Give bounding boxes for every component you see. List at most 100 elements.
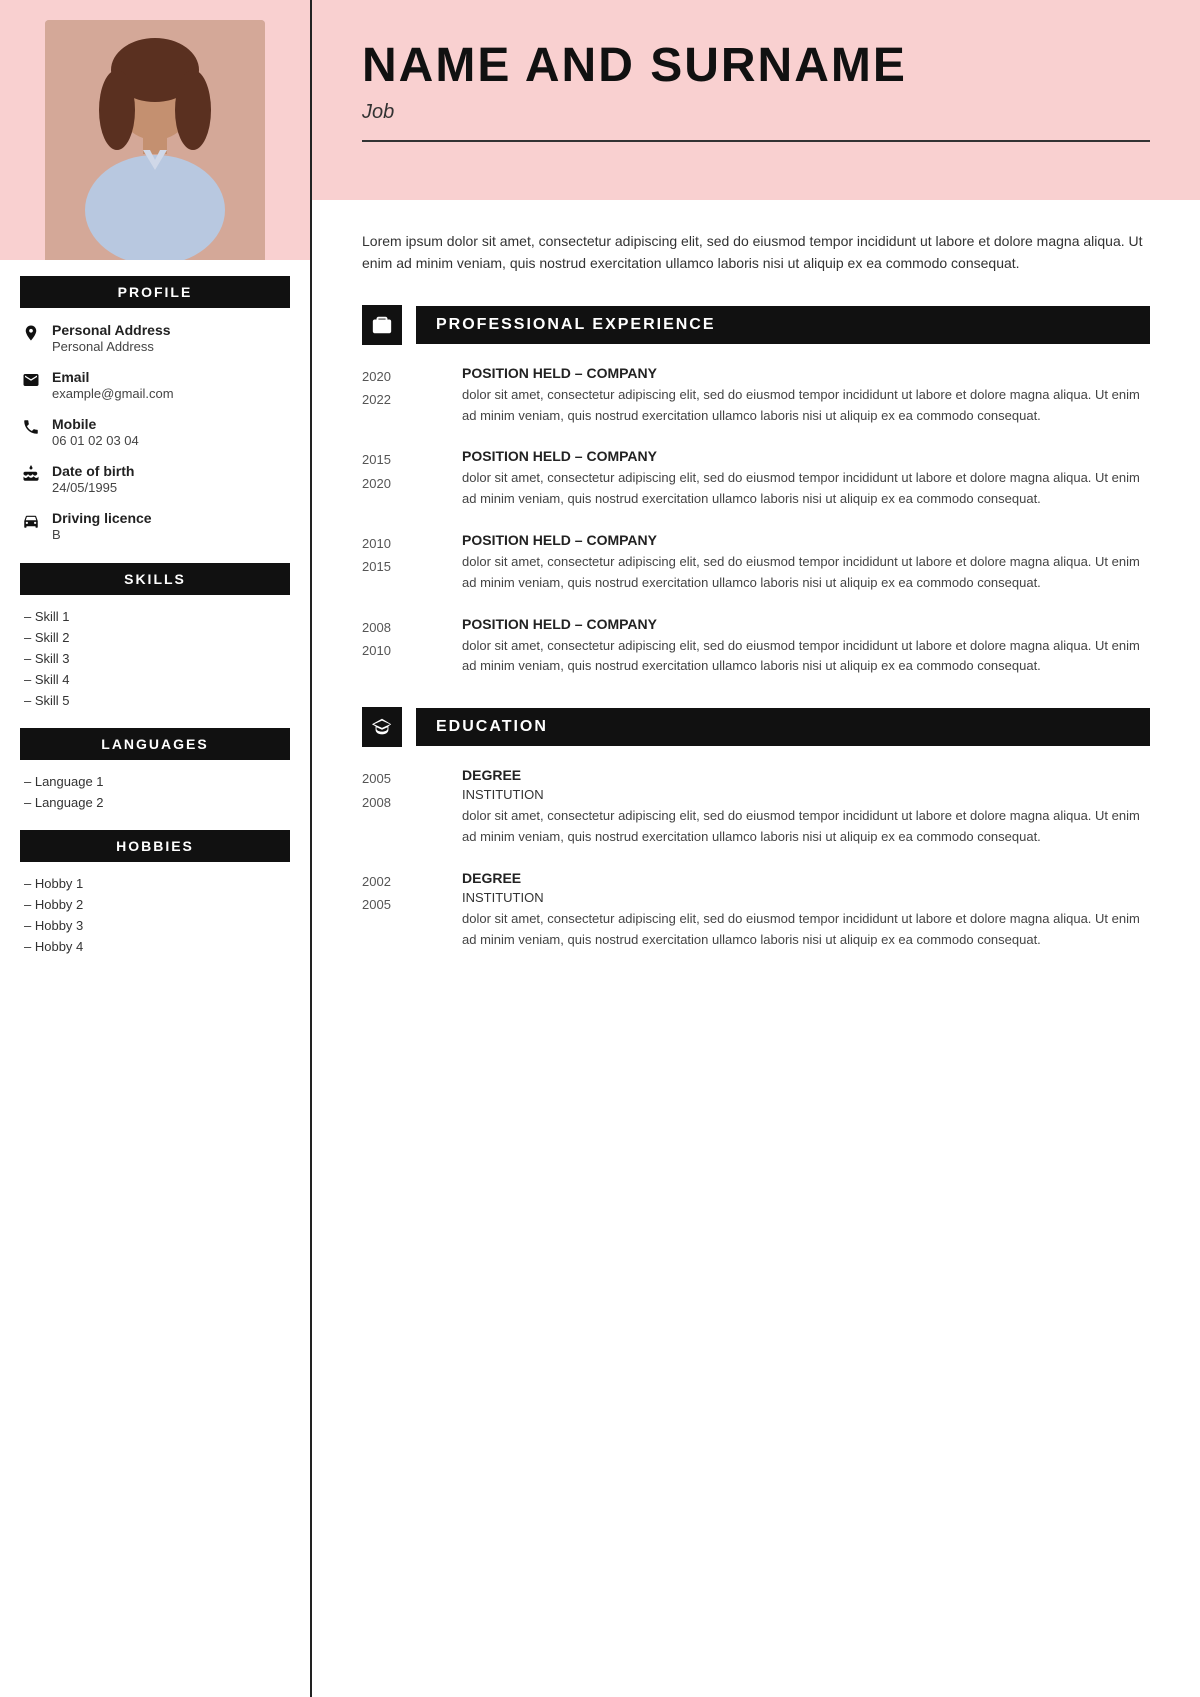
education-entry: 2005 2008 DEGREE INSTITUTION dolor sit a… (362, 767, 1150, 848)
main-header: NAME AND SURNAME Job (312, 0, 1200, 200)
entry-title: POSITION HELD – COMPANY (462, 365, 1150, 381)
entry-years: 2010 2015 (362, 532, 442, 594)
hobby-item: – Hobby 3 (20, 918, 290, 933)
address-text: Personal Address Personal Address (52, 322, 171, 355)
skills-section-header: SKILLS (20, 563, 290, 595)
year-start: 2002 (362, 870, 442, 893)
year-start: 2005 (362, 767, 442, 790)
entry-years: 2020 2022 (362, 365, 442, 427)
main-job: Job (362, 101, 1150, 124)
entry-body: POSITION HELD – COMPANY dolor sit amet, … (462, 616, 1150, 678)
year-end: 2015 (362, 555, 442, 578)
profile-photo-svg (45, 20, 265, 260)
year-end: 2008 (362, 791, 442, 814)
sidebar-content: PROFILE Personal Address Personal Addres… (0, 260, 310, 1697)
dob-text: Date of birth 24/05/1995 (52, 463, 134, 496)
entry-desc: dolor sit amet, consectetur adipiscing e… (462, 468, 1150, 510)
entry-title: POSITION HELD – COMPANY (462, 532, 1150, 548)
phone-icon (20, 418, 42, 436)
entry-desc: dolor sit amet, consectetur adipiscing e… (462, 385, 1150, 427)
skill-item: – Skill 2 (20, 630, 290, 645)
languages-list: – Language 1 – Language 2 (20, 774, 290, 810)
skill-item: – Skill 1 (20, 609, 290, 624)
year-end: 2020 (362, 472, 442, 495)
entry-title: POSITION HELD – COMPANY (462, 616, 1150, 632)
education-entry: 2002 2005 DEGREE INSTITUTION dolor sit a… (362, 870, 1150, 951)
experience-entry: 2015 2020 POSITION HELD – COMPANY dolor … (362, 448, 1150, 510)
graduation-icon (362, 707, 402, 747)
languages-section: LANGUAGES – Language 1 – Language 2 (20, 728, 290, 810)
skills-section: SKILLS – Skill 1 – Skill 2 – Skill 3 – Skil… (20, 563, 290, 708)
entry-title: DEGREE (462, 767, 1150, 783)
entry-years: 2002 2005 (362, 870, 442, 951)
year-start: 2010 (362, 532, 442, 555)
experience-title-bar: PROFESSIONAL EXPERIENCE (416, 306, 1150, 344)
entry-institution: INSTITUTION (462, 787, 1150, 802)
languages-section-header: LANGUAGES (20, 728, 290, 760)
experience-entries: 2020 2022 POSITION HELD – COMPANY dolor … (362, 365, 1150, 677)
entry-body: POSITION HELD – COMPANY dolor sit amet, … (462, 365, 1150, 427)
experience-entry: 2020 2022 POSITION HELD – COMPANY dolor … (362, 365, 1150, 427)
hobby-item: – Hobby 2 (20, 897, 290, 912)
entry-title: DEGREE (462, 870, 1150, 886)
sidebar: PROFILE Personal Address Personal Addres… (0, 0, 310, 1697)
briefcase-icon (362, 305, 402, 345)
mobile-item: Mobile 06 01 02 03 04 (20, 416, 290, 449)
experience-section-header: PROFESSIONAL EXPERIENCE (362, 305, 1150, 345)
main-body: Lorem ipsum dolor sit amet, consectetur … (312, 200, 1200, 1697)
entry-years: 2015 2020 (362, 448, 442, 510)
year-end: 2005 (362, 893, 442, 916)
year-start: 2015 (362, 448, 442, 471)
year-end: 2022 (362, 388, 442, 411)
driving-text: Driving licence B (52, 510, 152, 543)
driving-item: Driving licence B (20, 510, 290, 543)
email-text: Email example@gmail.com (52, 369, 174, 402)
entry-title: POSITION HELD – COMPANY (462, 448, 1150, 464)
hobbies-section: HOBBIES – Hobby 1– Hobby 2– Hobby 3– Hob… (20, 830, 290, 954)
birthday-icon (20, 465, 42, 483)
year-end: 2010 (362, 639, 442, 662)
year-start: 2008 (362, 616, 442, 639)
entry-body: DEGREE INSTITUTION dolor sit amet, conse… (462, 870, 1150, 951)
summary-text: Lorem ipsum dolor sit amet, consectetur … (362, 230, 1150, 275)
entry-body: DEGREE INSTITUTION dolor sit amet, conse… (462, 767, 1150, 848)
dob-item: Date of birth 24/05/1995 (20, 463, 290, 496)
email-item: Email example@gmail.com (20, 369, 290, 402)
entry-years: 2005 2008 (362, 767, 442, 848)
hobbies-list: – Hobby 1 – Hobby 2 – Hobby 3 – Hobby 4 (20, 876, 290, 954)
car-icon (20, 512, 42, 530)
sidebar-photo (0, 0, 310, 260)
experience-entry: 2008 2010 POSITION HELD – COMPANY dolor … (362, 616, 1150, 678)
profile-section: PROFILE Personal Address Personal Addres… (20, 276, 290, 543)
hobby-item: – Hobby 1 (20, 876, 290, 891)
skills-list: – Skill 1– Skill 2– Skill 3– Skill 4– Sk… (20, 609, 290, 708)
entry-body: POSITION HELD – COMPANY dolor sit amet, … (462, 448, 1150, 510)
entry-desc: dolor sit amet, consectetur adipiscing e… (462, 636, 1150, 678)
year-start: 2020 (362, 365, 442, 388)
entry-desc: dolor sit amet, consectetur adipiscing e… (462, 909, 1150, 951)
education-title-bar: EDUCATION (416, 708, 1150, 746)
entry-institution: INSTITUTION (462, 890, 1150, 905)
header-divider (362, 140, 1150, 142)
education-section-header: EDUCATION (362, 707, 1150, 747)
experience-entry: 2010 2015 POSITION HELD – COMPANY dolor … (362, 532, 1150, 594)
entry-body: POSITION HELD – COMPANY dolor sit amet, … (462, 532, 1150, 594)
entry-desc: dolor sit amet, consectetur adipiscing e… (462, 552, 1150, 594)
email-icon (20, 371, 42, 389)
entry-desc: dolor sit amet, consectetur adipiscing e… (462, 806, 1150, 848)
mobile-text: Mobile 06 01 02 03 04 (52, 416, 139, 449)
profile-photo (45, 20, 265, 260)
main-content: NAME AND SURNAME Job Lorem ipsum dolor s… (312, 0, 1200, 1697)
profile-section-header: PROFILE (20, 276, 290, 308)
resume-wrapper: PROFILE Personal Address Personal Addres… (0, 0, 1200, 1697)
skill-item: – Skill 3 (20, 651, 290, 666)
education-section: EDUCATION 2005 2008 DEGREE INSTITUTION d… (362, 707, 1150, 950)
language-item: – Language 2 (20, 795, 290, 810)
main-name: NAME AND SURNAME (362, 40, 1150, 93)
language-item: – Language 1 (20, 774, 290, 789)
hobby-item: – Hobby 4 (20, 939, 290, 954)
address-item: Personal Address Personal Address (20, 322, 290, 355)
experience-section: PROFESSIONAL EXPERIENCE 2020 2022 POSITI… (362, 305, 1150, 677)
hobbies-section-header: HOBBIES (20, 830, 290, 862)
skill-item: – Skill 4 (20, 672, 290, 687)
